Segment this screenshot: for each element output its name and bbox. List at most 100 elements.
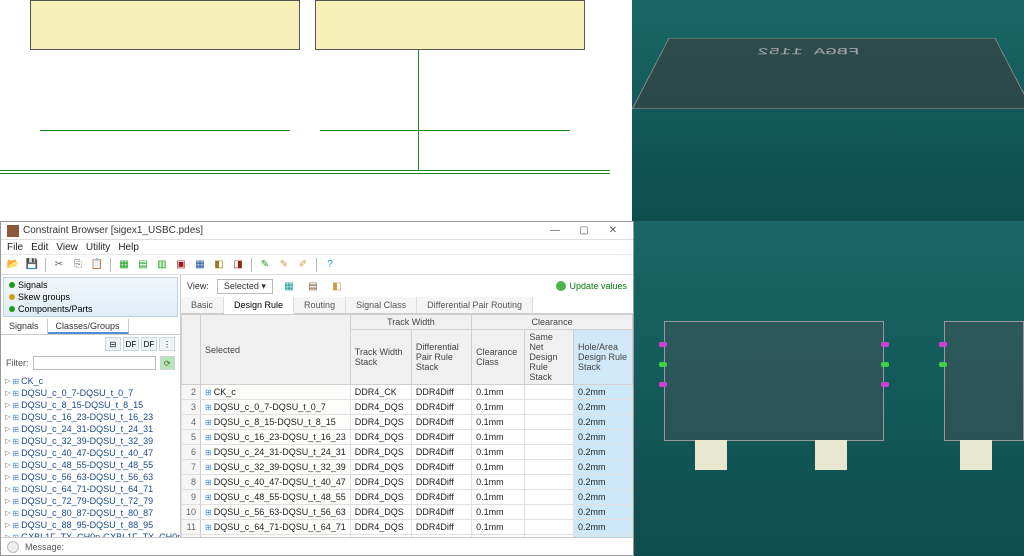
col-holearea[interactable]: Hole/Area Design Rule Stack (573, 330, 632, 385)
group-components[interactable]: Components/Parts (8, 303, 173, 315)
cell-sn[interactable] (525, 505, 574, 520)
cell-ha[interactable]: 0.2mm (573, 445, 632, 460)
cell-ha[interactable]: 0.2mm (573, 520, 632, 535)
cell-tw[interactable]: DDR4_DQS (350, 505, 411, 520)
tree-item[interactable]: ▷⊞DQSU_c_24_31-DQSU_t_24_31 (3, 423, 178, 435)
tb-copy-icon[interactable]: ⎘ (70, 257, 86, 273)
tree-item[interactable]: ▷⊞DQSU_c_32_39-DQSU_t_32_39 (3, 435, 178, 447)
tb-btn-icon[interactable]: ▤ (305, 278, 321, 294)
cell-selected[interactable]: ⊞DQSU_c_64_71-DQSU_t_64_71 (201, 520, 351, 535)
tree-item[interactable]: ▷⊞DQSU_c_16_23-DQSU_t_16_23 (3, 411, 178, 423)
tab-signals[interactable]: Signals (1, 319, 48, 334)
tb-help-icon[interactable]: ? (322, 257, 338, 273)
update-values-button[interactable]: Update values (556, 281, 627, 291)
tab-routing[interactable]: Routing (294, 297, 346, 313)
col-selected[interactable]: Selected (201, 315, 351, 385)
view-combo[interactable]: Selected ▾ (217, 279, 273, 294)
schematic-canvas[interactable]: /*decorative only*/ (0, 0, 632, 221)
tree-item[interactable]: ▷⊞DQSU_c_40_47-DQSU_t_40_47 (3, 447, 178, 459)
cell-dp[interactable]: DDR4Diff (411, 415, 471, 430)
cell-dp[interactable]: DDR4Diff (411, 385, 471, 400)
table-row[interactable]: 10⊞DQSU_c_56_63-DQSU_t_56_63DDR4_DQSDDR4… (182, 505, 633, 520)
group-signals[interactable]: Signals (8, 279, 173, 291)
cell-ha[interactable]: 0.2mm (573, 430, 632, 445)
tb-btn-icon[interactable]: ◨ (230, 257, 246, 273)
filter-apply-icon[interactable]: ⟳ (160, 356, 176, 370)
menu-help[interactable]: Help (118, 242, 139, 253)
filter-icon[interactable]: ⋮ (159, 337, 175, 351)
cell-cc[interactable]: 0.1mm (472, 415, 525, 430)
col-dp-stack[interactable]: Differential Pair Rule Stack (411, 330, 471, 385)
cell-sn[interactable] (525, 490, 574, 505)
tb-open-icon[interactable]: 📂 (5, 257, 21, 273)
tb-btn-icon[interactable]: ◧ (211, 257, 227, 273)
signal-tree[interactable]: ▷⊞CK_c▷⊞DQSU_c_0_7-DQSU_t_0_7▷⊞DQSU_c_8_… (1, 373, 180, 537)
cell-selected[interactable]: ⊞DQSU_c_48_55-DQSU_t_48_55 (201, 490, 351, 505)
col-tw-stack[interactable]: Track Width Stack (350, 330, 411, 385)
tb-btn-icon[interactable]: ✎ (257, 257, 273, 273)
col-clearance-class[interactable]: Clearance Class (472, 330, 525, 385)
cell-sn[interactable] (525, 430, 574, 445)
tree-item[interactable]: ▷⊞DQSU_c_0_7-DQSU_t_0_7 (3, 387, 178, 399)
cell-ha[interactable]: 0.2mm (573, 505, 632, 520)
table-row[interactable]: 3⊞DQSU_c_0_7-DQSU_t_0_7DDR4_DQSDDR4Diff0… (182, 400, 633, 415)
tree-item[interactable]: ▷⊞DQSU_c_64_71-DQSU_t_64_71 (3, 483, 178, 495)
cell-sn[interactable] (525, 385, 574, 400)
cell-cc[interactable]: 0.1mm (472, 475, 525, 490)
tree-item[interactable]: ▷⊞DQSU_c_48_55-DQSU_t_48_55 (3, 459, 178, 471)
tb-btn-icon[interactable]: ▦ (192, 257, 208, 273)
cell-tw[interactable]: DDR4_DQS (350, 415, 411, 430)
cell-tw[interactable]: DDR4_CK (350, 385, 411, 400)
cell-dp[interactable]: DDR4Diff (411, 400, 471, 415)
tree-item[interactable]: ▷⊞DQSU_c_88_95-DQSU_t_88_95 (3, 519, 178, 531)
cell-tw[interactable]: DDR4_DQS (350, 400, 411, 415)
filter-clear-icon[interactable]: DF (141, 337, 157, 351)
tab-basic[interactable]: Basic (181, 297, 224, 313)
cell-dp[interactable]: DDR4Diff (411, 520, 471, 535)
tb-btn-icon[interactable]: ▥ (154, 257, 170, 273)
cell-selected[interactable]: ⊞DQSU_c_56_63-DQSU_t_56_63 (201, 505, 351, 520)
cell-sn[interactable] (525, 520, 574, 535)
tab-signal-class[interactable]: Signal Class (346, 297, 417, 313)
cell-ha[interactable]: 0.2mm (573, 490, 632, 505)
tb-btn-icon[interactable]: ▦ (281, 278, 297, 294)
cell-dp[interactable]: DDR4Diff (411, 430, 471, 445)
tree-item[interactable]: ▷⊞DQSU_c_72_79-DQSU_t_72_79 (3, 495, 178, 507)
maximize-button[interactable]: ▢ (570, 223, 598, 239)
tree-item[interactable]: ▷⊞DQSU_c_56_63-DQSU_t_56_63 (3, 471, 178, 483)
cell-ha[interactable]: 0.2mm (573, 385, 632, 400)
col-samenet[interactable]: Same Net Design Rule Stack (525, 330, 574, 385)
tree-item[interactable]: ▷⊞CK_c (3, 375, 178, 387)
cell-sn[interactable] (525, 445, 574, 460)
tb-btn-icon[interactable]: ✎ (276, 257, 292, 273)
tab-classes[interactable]: Classes/Groups (48, 319, 129, 334)
filter-collapse-icon[interactable]: ⊟ (105, 337, 121, 351)
cell-selected[interactable]: ⊞DQSU_c_40_47-DQSU_t_40_47 (201, 475, 351, 490)
cell-dp[interactable]: DDR4Diff (411, 505, 471, 520)
minimize-button[interactable]: — (541, 223, 569, 239)
cell-tw[interactable]: DDR4_DQS (350, 490, 411, 505)
cell-ha[interactable]: 0.2mm (573, 460, 632, 475)
tab-design-rule[interactable]: Design Rule (224, 297, 294, 314)
viewer-3d-bottom[interactable] (634, 221, 1024, 556)
cell-cc[interactable]: 0.1mm (472, 460, 525, 475)
cell-selected[interactable]: ⊞DQSU_c_24_31-DQSU_t_24_31 (201, 445, 351, 460)
cell-cc[interactable]: 0.1mm (472, 520, 525, 535)
cell-dp[interactable]: DDR4Diff (411, 460, 471, 475)
schematic-component[interactable] (315, 0, 585, 50)
viewer-3d-top[interactable]: FBGA 1152 (632, 0, 1024, 221)
cell-tw[interactable]: DDR4_DQS (350, 460, 411, 475)
menu-file[interactable]: File (7, 242, 23, 253)
cell-dp[interactable]: DDR4Diff (411, 445, 471, 460)
table-row[interactable]: 2⊞CK_cDDR4_CKDDR4Diff0.1mm0.2mm (182, 385, 633, 400)
table-row[interactable]: 6⊞DQSU_c_24_31-DQSU_t_24_31DDR4_DQSDDR4D… (182, 445, 633, 460)
tb-btn-icon[interactable]: ▣ (173, 257, 189, 273)
cell-ha[interactable]: 0.2mm (573, 415, 632, 430)
menu-view[interactable]: View (56, 242, 78, 253)
cell-selected[interactable]: ⊞DQSU_c_32_39-DQSU_t_32_39 (201, 460, 351, 475)
cell-tw[interactable]: DDR4_DQS (350, 430, 411, 445)
colgroup-clearance[interactable]: Clearance (472, 315, 633, 330)
table-row[interactable]: 11⊞DQSU_c_64_71-DQSU_t_64_71DDR4_DQSDDR4… (182, 520, 633, 535)
cell-tw[interactable]: DDR4_DQS (350, 475, 411, 490)
group-skew[interactable]: Skew groups (8, 291, 173, 303)
